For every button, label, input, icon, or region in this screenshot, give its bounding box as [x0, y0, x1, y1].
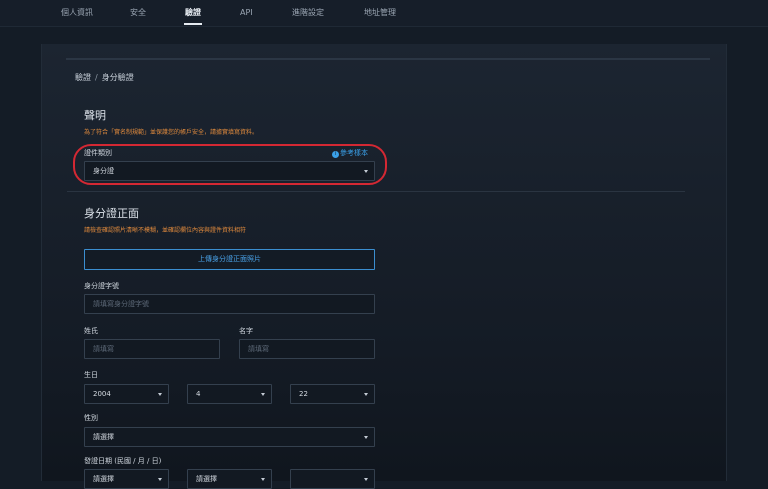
issue-date-label: 發證日期 (民國 / 月 / 日) [84, 457, 162, 465]
statement-description: 為了符合「實名制規範」並保護您的帳戶安全，請據實填寫資料。 [84, 129, 259, 136]
top-nav: 個人資訊 安全 驗證 API 進階設定 地址管理 [0, 0, 768, 27]
issue-date-month-select[interactable]: 請選擇 [187, 469, 272, 489]
id-number-label: 身分證字號 [84, 282, 119, 290]
birthday-month-value: 4 [196, 390, 201, 398]
id-number-input[interactable]: 請填寫身分證字號 [84, 294, 375, 314]
tab-security[interactable]: 安全 [130, 0, 146, 27]
id-front-title: 身分證正面 [84, 207, 139, 220]
chevron-down-icon [261, 393, 265, 396]
tab-advanced-settings[interactable]: 進階設定 [292, 0, 324, 27]
chevron-down-icon [364, 393, 368, 396]
gender-label: 性別 [84, 414, 98, 422]
upload-id-front-button[interactable]: 上傳身分證正面照片 [84, 249, 375, 270]
tab-personal-info[interactable]: 個人資訊 [61, 0, 93, 27]
tab-address-management[interactable]: 地址管理 [364, 0, 396, 27]
panel-top-bar [66, 58, 710, 60]
id-front-description: 請檢查確認照片清晰不模糊，並確認欄位內容與證件資料相符 [84, 227, 247, 234]
breadcrumb-root[interactable]: 驗證 [75, 73, 91, 82]
issue-date-year-select[interactable]: 請選擇 [84, 469, 169, 489]
chevron-down-icon [158, 393, 162, 396]
issue-date-month-value: 請選擇 [196, 475, 217, 483]
birthday-year-value: 2004 [93, 390, 111, 398]
issue-date-year-value: 請選擇 [93, 475, 114, 483]
highlight-circle [73, 144, 387, 185]
statement-title: 聲明 [84, 109, 106, 122]
breadcrumb-current: 身分驗證 [101, 73, 134, 82]
tab-verification[interactable]: 驗證 [184, 0, 202, 27]
issue-date-day-select[interactable] [290, 469, 375, 489]
gender-select[interactable]: 請選擇 [84, 427, 375, 447]
surname-input[interactable]: 請填寫 [84, 339, 220, 359]
birthday-month-select[interactable]: 4 [187, 384, 272, 404]
section-divider [67, 191, 685, 192]
breadcrumb-separator: / [95, 73, 98, 82]
given-name-label: 名字 [239, 327, 253, 335]
chevron-down-icon [364, 436, 368, 439]
tab-api[interactable]: API [240, 0, 253, 27]
breadcrumb: 驗證 / 身分驗證 [75, 72, 134, 83]
birthday-day-value: 22 [299, 390, 308, 398]
given-name-input[interactable]: 請填寫 [239, 339, 375, 359]
birthday-day-select[interactable]: 22 [290, 384, 375, 404]
birthday-label: 生日 [84, 371, 98, 379]
surname-label: 姓氏 [84, 327, 98, 335]
birthday-year-select[interactable]: 2004 [84, 384, 169, 404]
gender-value: 請選擇 [93, 433, 114, 441]
